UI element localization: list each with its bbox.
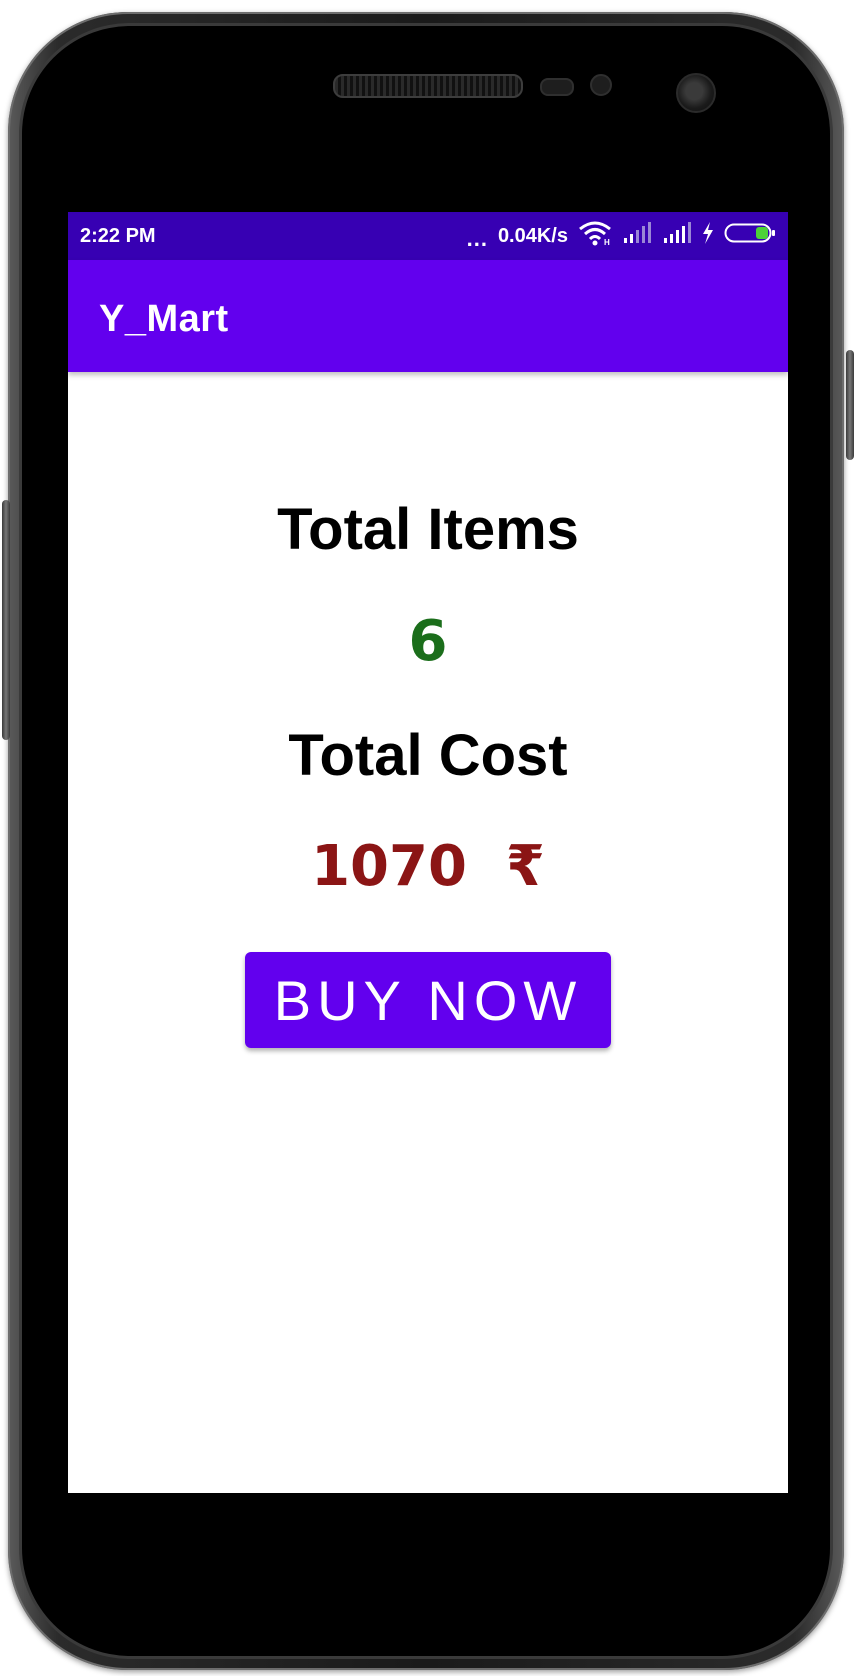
light-sensor: [590, 74, 612, 96]
battery-icon: [724, 222, 776, 250]
proximity-sensor: [540, 78, 574, 96]
signal-1-icon: [622, 222, 652, 250]
more-notifications-icon: ...: [466, 226, 488, 251]
front-camera: [676, 73, 716, 113]
wifi-icon: H: [578, 220, 612, 252]
svg-text:H: H: [604, 238, 610, 246]
status-bar: 2:22 PM ... 0.04K/s H: [68, 212, 788, 260]
total-cost-label: Total Cost: [288, 723, 568, 788]
charging-icon: [702, 222, 714, 250]
volume-button: [2, 500, 10, 740]
earpiece-speaker: [333, 74, 523, 98]
app-toolbar: Y_Mart: [68, 260, 788, 372]
total-items-value: 6: [408, 609, 448, 674]
app-title: Y_Mart: [99, 298, 229, 340]
status-icons: ... 0.04K/s H: [467, 212, 776, 260]
buy-now-button[interactable]: BUY NOW: [245, 952, 611, 1048]
total-cost-value: 1070 ₹: [311, 834, 545, 899]
network-speed: 0.04K/s: [497, 224, 568, 247]
app-screen: 2:22 PM ... 0.04K/s H Y_Mart Total Items…: [68, 212, 788, 1493]
signal-2-icon: [662, 222, 692, 250]
power-button: [846, 350, 854, 460]
status-time: 2:22 PM: [80, 225, 156, 247]
total-items-label: Total Items: [277, 497, 579, 562]
device-frame: 2:22 PM ... 0.04K/s H Y_Mart Total Items…: [0, 0, 856, 1676]
